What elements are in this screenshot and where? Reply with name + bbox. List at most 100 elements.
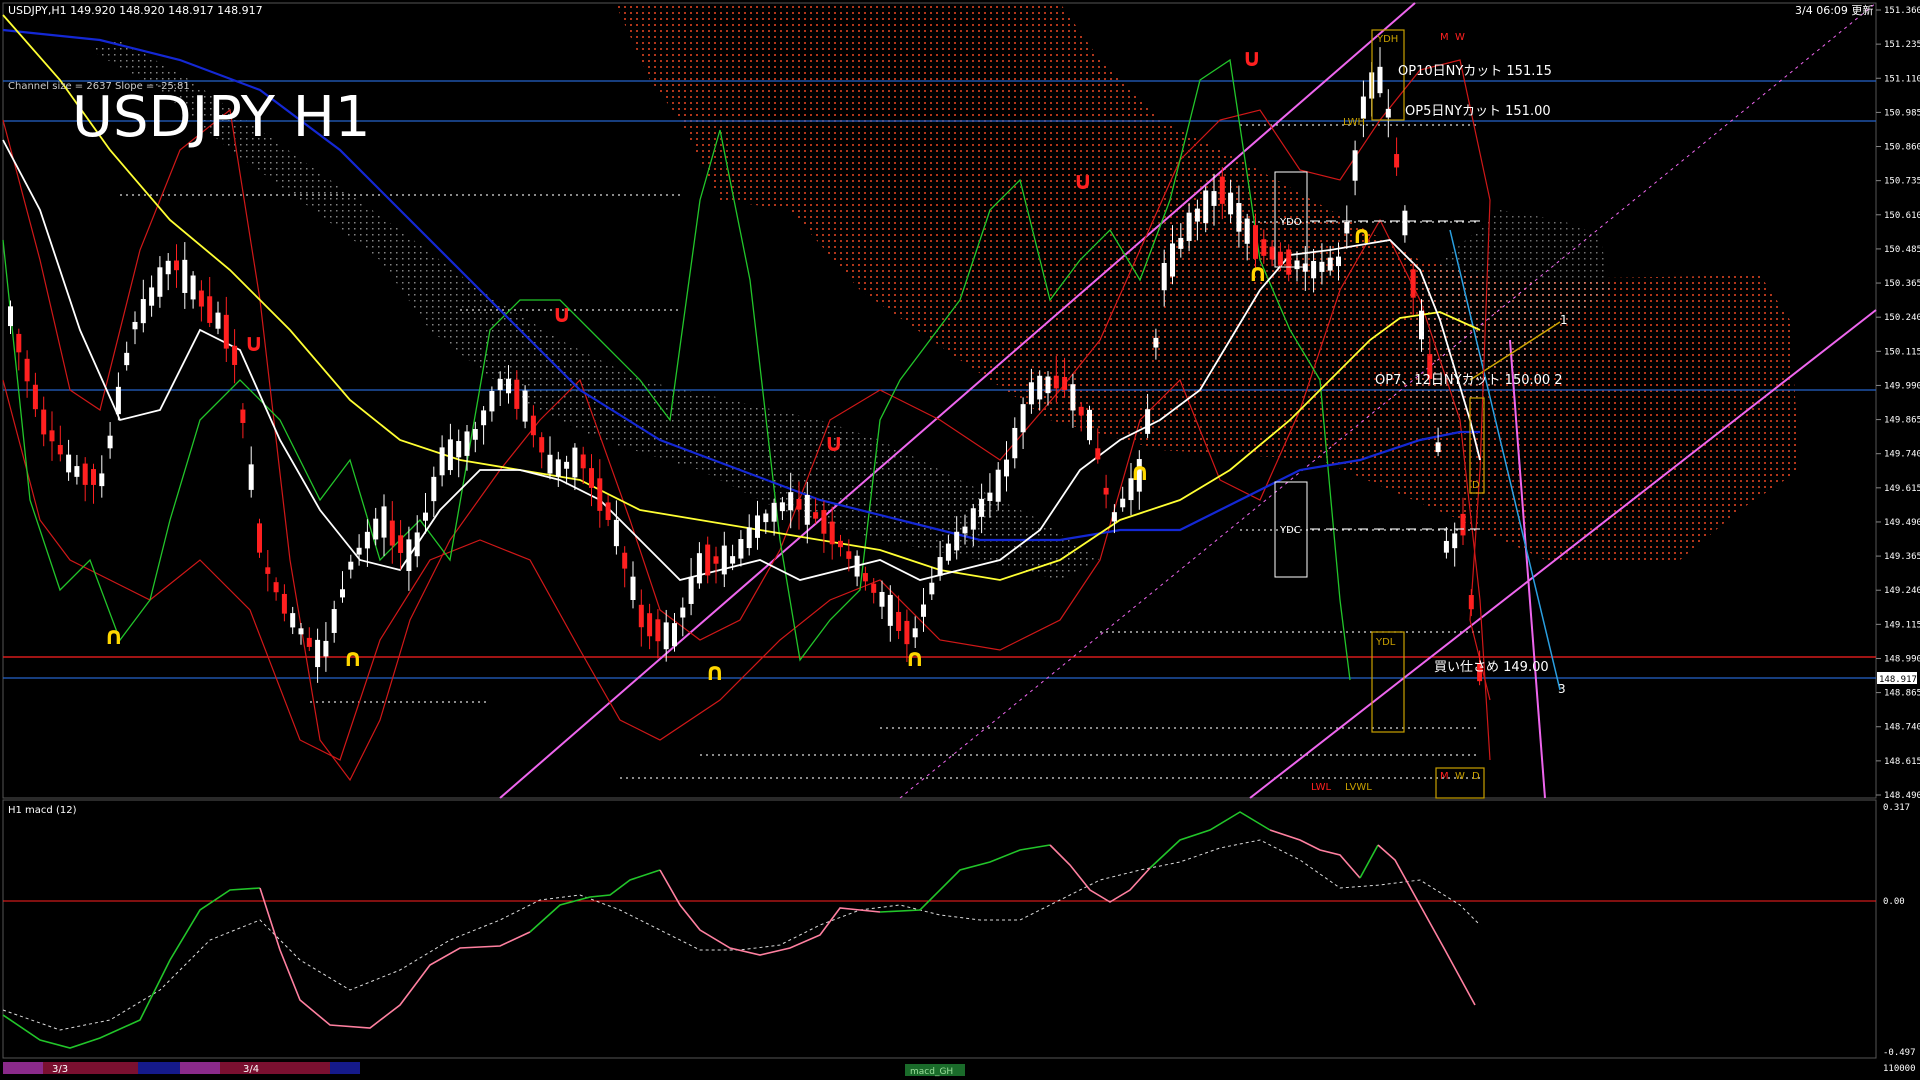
candle-body	[406, 539, 412, 572]
candle-body	[680, 607, 686, 618]
candle-body	[1012, 427, 1018, 459]
up-arrow-icon: ∩	[343, 644, 363, 672]
macd-panel[interactable]	[2, 799, 1877, 1059]
candle-body	[937, 557, 943, 576]
candle-body	[1062, 377, 1068, 390]
timestamp: 3/4 06:09 更新	[1795, 3, 1873, 17]
w-label-top: W	[1455, 32, 1465, 43]
up-arrow-icon: ∩	[1248, 259, 1268, 287]
candle-body	[630, 576, 636, 601]
candle-body	[257, 523, 262, 553]
candle-body	[398, 535, 404, 553]
candle-body	[49, 430, 55, 442]
candle-body	[838, 540, 843, 548]
candle-body	[1020, 404, 1026, 433]
candle-body	[730, 556, 736, 564]
w-label-bottom: W	[1455, 771, 1465, 782]
op7-label: OP7、12日NYカット 150.00 2	[1375, 373, 1563, 388]
macd-axis[interactable]: 0.317 0.00 -0.497 110000	[1883, 803, 1916, 1074]
chart-canvas[interactable]: ∩ ∩ ∩ ∩ ∩ ∩ ∩ ∪ ∪ ∪ ∪ ∪ USDJPY,H1 149.92…	[0, 0, 1920, 1080]
price-tick-label: 149.240	[1884, 586, 1920, 596]
candle-body	[1377, 66, 1383, 94]
candle-body	[688, 576, 694, 604]
candle-body	[232, 345, 238, 365]
candle-body	[1294, 260, 1300, 270]
price-tick-label: 149.365	[1884, 552, 1920, 562]
candle-body	[1435, 442, 1441, 453]
candle-body	[1443, 540, 1449, 553]
candle-body	[613, 519, 619, 547]
candle-body	[1194, 208, 1200, 222]
candle-body	[281, 593, 287, 614]
candle-body	[539, 437, 545, 453]
down-arrow-icon: ∪	[824, 429, 844, 457]
candle-body	[356, 547, 362, 555]
candle-body	[364, 531, 370, 549]
date-label-2: 3/4	[243, 1064, 259, 1075]
candle-body	[713, 556, 719, 564]
candle-body	[1004, 459, 1009, 477]
candle-body	[182, 259, 188, 293]
candle-body	[381, 506, 387, 538]
price-tick-label: 151.235	[1884, 40, 1920, 50]
candle-body	[1311, 260, 1317, 279]
date-label-1: 3/3	[52, 1064, 68, 1075]
candle-body	[1344, 222, 1350, 234]
candle-body	[514, 379, 520, 409]
up-arrow-icon: ∩	[1352, 221, 1372, 249]
candle-body	[813, 512, 819, 519]
candle-body	[165, 260, 171, 275]
candle-body	[323, 640, 329, 657]
candle-body	[995, 469, 1001, 502]
lwl-label: LWL	[1311, 782, 1332, 793]
candle-body	[663, 622, 669, 650]
candle-body	[746, 527, 752, 549]
candle-body	[555, 459, 561, 477]
candle-body	[1228, 192, 1234, 215]
candle-body	[1468, 595, 1474, 610]
up-arrow-icon: ∩	[705, 658, 725, 686]
candle-body	[1045, 376, 1051, 394]
header-info: USDJPY,H1 149.920 148.920 148.917 148.91…	[8, 4, 263, 17]
candle-body	[1219, 176, 1225, 204]
price-tick-label: 149.115	[1884, 620, 1920, 630]
candle-body	[431, 476, 437, 502]
candle-body	[738, 539, 744, 559]
candle-body	[962, 526, 968, 534]
candle-body	[497, 379, 503, 391]
candle-body	[1253, 225, 1258, 259]
bottom-bar[interactable]: 3/3 3/4 macd_GH	[3, 1062, 965, 1077]
price-tick-label: 148.615	[1884, 757, 1920, 767]
candle-body	[348, 561, 354, 570]
candle-body	[265, 567, 271, 574]
candle-body	[464, 431, 470, 456]
candle-body	[373, 518, 379, 540]
candle-body	[871, 583, 877, 593]
current-price-box: 148.917	[1877, 672, 1917, 685]
candle-body	[1037, 375, 1043, 400]
candle-body	[979, 498, 985, 517]
candle-body	[879, 591, 885, 607]
candle-body	[290, 613, 296, 628]
price-tick-label: 151.360	[1884, 6, 1920, 16]
candle-body	[215, 312, 221, 329]
candle-body	[489, 390, 495, 412]
candle-body	[796, 498, 802, 510]
candle-body	[1078, 406, 1084, 416]
candle-body	[1419, 310, 1424, 340]
lwh-label: LWH	[1343, 117, 1365, 128]
current-price: 148.917	[1879, 675, 1917, 685]
up-arrow-icon: ∩	[905, 644, 925, 672]
m-label-bottom: M	[1440, 771, 1449, 782]
candle-body	[589, 468, 594, 488]
candle-body	[522, 390, 528, 422]
candle-body	[66, 454, 72, 473]
candle-body	[846, 551, 852, 559]
candle-body	[1120, 498, 1126, 508]
d-label-bottom: D	[1472, 771, 1480, 782]
price-tick-label: 150.735	[1884, 177, 1920, 187]
price-tick-label: 150.240	[1884, 313, 1920, 323]
candle-body	[1095, 448, 1101, 460]
candle-body	[1336, 256, 1341, 267]
candle-body	[306, 637, 312, 647]
